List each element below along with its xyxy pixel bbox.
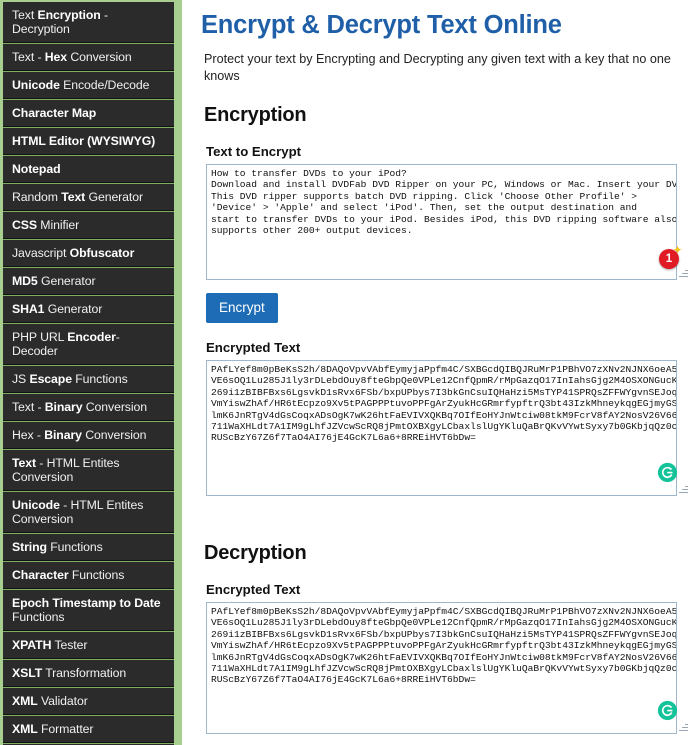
notification-badge[interactable]: 1 [659,249,679,269]
sidebar-item-label: XPATH [12,638,52,652]
page-root: Text Encryption - Decryption Text - Hex C… [0,0,700,745]
encrypted-text-input[interactable] [206,602,677,734]
grammarly-icon[interactable] [657,700,678,721]
sidebar-item-label: Conversion [81,428,147,442]
sidebar-item-label: Javascript [12,246,70,260]
sidebar-item-label: Text - [12,50,45,64]
sidebar-item-label: Unicode [12,78,60,92]
sidebar-item-label: Formatter [37,722,94,736]
encrypted-input-wrapper [206,602,690,734]
sidebar-item-string-functions[interactable]: String Functions [3,533,174,561]
sidebar-item-label: Generator [37,274,96,288]
sidebar-item-xpath-tester[interactable]: XPATH Tester [3,631,174,659]
sidebar-item-label: Obfuscator [69,246,135,260]
sidebar-item-label: PHP URL [12,330,68,344]
encrypted-text-output[interactable] [206,360,677,496]
sidebar-item-xslt-transformation[interactable]: XSLT Transformation [3,659,174,687]
sidebar-list: Text Encryption - Decryption Text - Hex C… [0,0,174,745]
text-to-encrypt-label: Text to Encrypt [206,144,302,159]
sidebar-item-label: XML [12,694,38,708]
sidebar-item-php-url-encoder-decoder[interactable]: PHP URL Encoder- Decoder [3,323,174,365]
sidebar-item-label: XML [12,722,38,736]
sidebar-item-hex-binary-conversion[interactable]: Hex - Binary Conversion [3,421,174,449]
sidebar-item-xml-formatter[interactable]: XML Formatter [3,715,174,743]
sidebar-item-notepad[interactable]: Notepad [3,155,174,183]
sidebar-item-javascript-obfuscator[interactable]: Javascript Obfuscator [3,239,174,267]
sidebar-item-label: Functions [71,372,128,386]
sidebar-item-label: HTML Editor (WYSIWYG) [12,134,156,148]
sidebar-item-label: Generator [85,190,144,204]
sidebar-item-label: SHA1 [12,302,45,316]
sidebar-item-label: Functions [46,540,103,554]
sidebar-item-label: CSS [12,218,37,232]
sidebar-item-label: Conversion [67,50,132,64]
sidebar-item-label: Escape [29,372,72,386]
encrypted-text-input-label: Encrypted Text [206,582,301,597]
sidebar-item-label: Random [12,190,62,204]
sidebar-item-md5-generator[interactable]: MD5 Generator [3,267,174,295]
sidebar-item-label: JS [12,372,30,386]
sidebar-item-text-hex-conversion[interactable]: Text - Hex Conversion [3,43,174,71]
sidebar-item-label: XSLT [12,666,43,680]
sidebar-item-random-text-generator[interactable]: Random Text Generator [3,183,174,211]
sidebar-item-label: Encryption [37,8,101,22]
sidebar-item-css-minifier[interactable]: CSS Minifier [3,211,174,239]
page-intro-text: Protect your text by Encrypting and Decr… [204,52,671,83]
sidebar-item-label: Epoch Timestamp to Date [12,596,161,610]
sidebar-item-label: Validator [37,694,88,708]
textarea-resize-handle[interactable] [679,485,688,494]
sidebar-item-unicode-encode-decode[interactable]: Unicode Encode/Decode [3,71,174,99]
sidebar-item-label: MD5 [12,274,38,288]
sidebar-item-sha1-generator[interactable]: SHA1 Generator [3,295,174,323]
encrypt-button[interactable]: Encrypt [206,293,278,323]
sidebar-item-label: Unicode [12,498,60,512]
sidebar-item-label: Binary [44,400,83,414]
sidebar-item-label: Text [12,8,38,22]
sidebar-item-label: Binary [44,428,82,442]
sidebar-item-html-editor-wysiwyg[interactable]: HTML Editor (WYSIWYG) [3,127,174,155]
sidebar-item-text-html-entites-conversion[interactable]: Text - HTML Entites Conversion [3,449,174,491]
sidebar-item-label: Character [12,568,69,582]
sidebar-item-label: Character Map [12,106,97,120]
sidebar-item-label: String [12,540,47,554]
text-to-encrypt-wrapper: ✦ 1 [206,164,690,280]
sidebar-item-label: Text [12,456,36,470]
sidebar: Text Encryption - Decryption Text - Hex C… [0,0,182,745]
sidebar-item-label: Encode/Decode [59,78,150,92]
sidebar-item-label: Functions [12,610,65,624]
encryption-section-heading: Encryption [204,104,307,126]
sidebar-item-unicode-html-entites-conversion[interactable]: Unicode - HTML Entites Conversion [3,491,174,533]
grammarly-icon[interactable] [657,462,678,483]
sidebar-item-label: Text - [12,400,45,414]
sidebar-item-label: Tester [51,638,88,652]
sidebar-item-xml-validator[interactable]: XML Validator [3,687,174,715]
sidebar-item-text-binary-conversion[interactable]: Text - Binary Conversion [3,393,174,421]
main-content: Encrypt & Decrypt Text Online Protect yo… [182,0,700,745]
sidebar-item-label: Text [61,190,86,204]
page-title: Encrypt & Decrypt Text Online [201,11,562,39]
sidebar-item-label: Encoder [67,330,116,344]
sidebar-item-label: Minifier [36,218,80,232]
encrypted-output-wrapper [206,360,690,496]
text-to-encrypt-input[interactable] [206,164,677,280]
decryption-section-heading: Decryption [204,542,307,564]
sidebar-item-character-functions[interactable]: Character Functions [3,561,174,589]
sidebar-item-label: Hex - [12,428,45,442]
textarea-resize-handle[interactable] [679,723,688,732]
sidebar-item-label: Generator [44,302,103,316]
sidebar-item-label: Functions [68,568,125,582]
sidebar-item-js-escape-functions[interactable]: JS Escape Functions [3,365,174,393]
sidebar-item-epoch-timestamp-to-date-functions[interactable]: Epoch Timestamp to Date Functions [3,589,174,631]
sidebar-item-label: Transformation [42,666,127,680]
sidebar-item-character-map[interactable]: Character Map [3,99,174,127]
sidebar-item-label: Conversion [82,400,147,414]
sidebar-item-label: Notepad [12,162,61,176]
encrypted-text-output-label: Encrypted Text [206,340,301,355]
sidebar-item-label: Hex [44,50,68,64]
sidebar-item-text-encryption-decryption[interactable]: Text Encryption - Decryption [3,0,174,43]
textarea-resize-handle[interactable] [679,269,688,278]
